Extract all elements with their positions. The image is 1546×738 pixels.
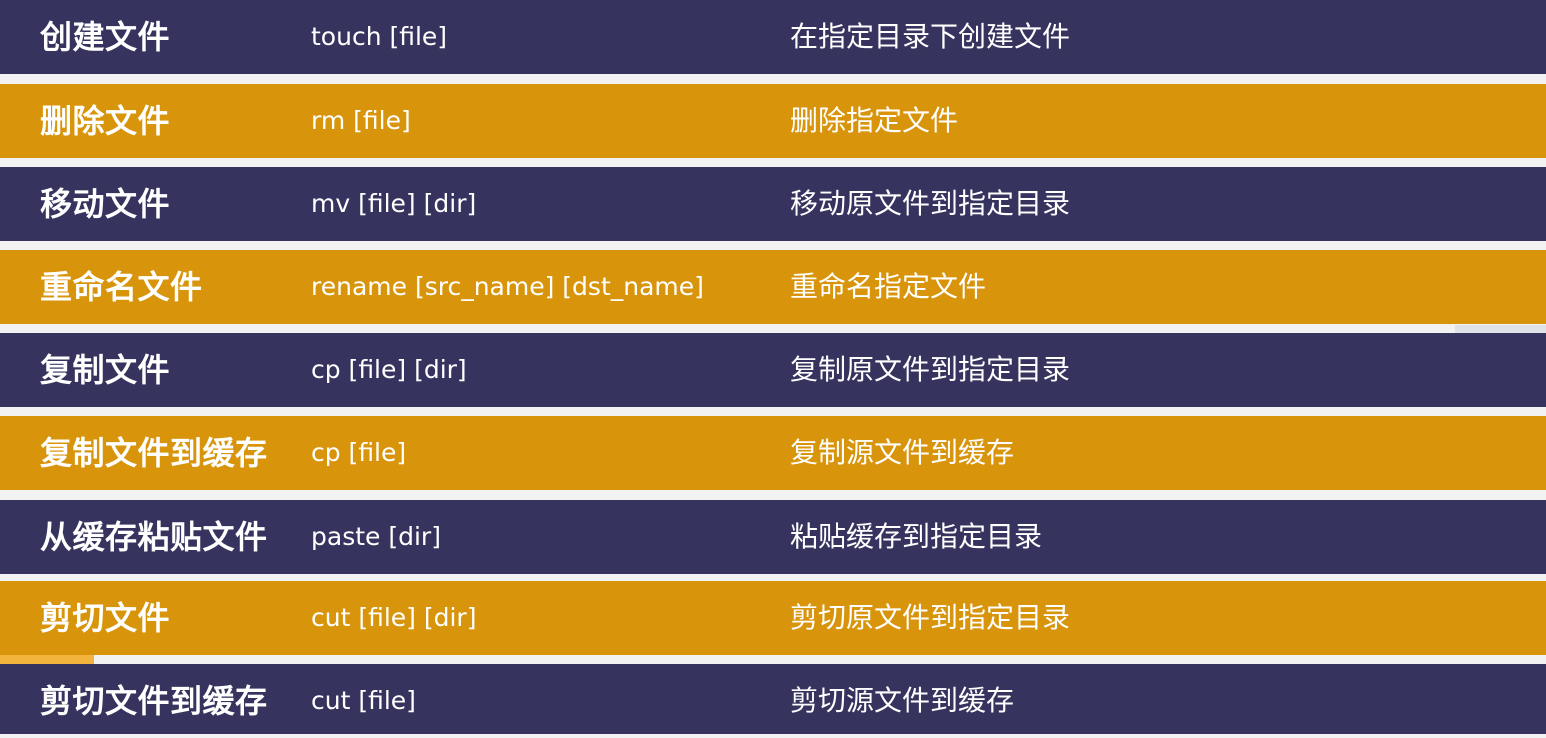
operation-description: 剪切原文件到指定目录: [790, 601, 1071, 634]
operation-name: 创建文件: [40, 18, 171, 56]
operation-description: 在指定目录下创建文件: [790, 20, 1071, 53]
operation-description: 剪切源文件到缓存: [790, 684, 1015, 717]
operation-description: 删除指定文件: [790, 104, 959, 137]
operation-command: cp [file] [dir]: [311, 355, 467, 384]
table-row: 移动文件 mv [file] [dir] 移动原文件到指定目录: [0, 167, 1546, 241]
table-row: 复制文件到缓存 cp [file] 复制源文件到缓存: [0, 416, 1546, 490]
operation-name: 剪切文件: [40, 599, 171, 637]
operation-command: cp [file]: [311, 438, 407, 467]
table-row: 剪切文件 cut [file] [dir] 剪切原文件到指定目录: [0, 581, 1546, 655]
operation-name: 复制文件: [40, 351, 171, 389]
operation-description: 移动原文件到指定目录: [790, 187, 1071, 220]
operation-command: paste [dir]: [311, 522, 441, 551]
operation-name: 移动文件: [40, 185, 171, 223]
table-row: 删除文件 rm [file] 删除指定文件: [0, 84, 1546, 158]
operation-command: touch [file]: [311, 22, 448, 51]
operation-command: mv [file] [dir]: [311, 189, 477, 218]
table-row: 复制文件 cp [file] [dir] 复制原文件到指定目录: [0, 333, 1546, 407]
operation-name: 从缓存粘贴文件: [40, 518, 268, 556]
divider-strip: [1455, 325, 1546, 333]
operation-name: 删除文件: [40, 102, 171, 140]
operation-description: 复制原文件到指定目录: [790, 353, 1071, 386]
table-row: 重命名文件 rename [src_name] [dst_name] 重命名指定…: [0, 250, 1546, 324]
operation-command: rm [file]: [311, 106, 411, 135]
operation-command: cut [file] [dir]: [311, 603, 477, 632]
operation-description: 粘贴缓存到指定目录: [790, 520, 1043, 553]
operation-name: 复制文件到缓存: [40, 434, 268, 472]
operation-command: cut [file]: [311, 686, 416, 715]
operation-name: 重命名文件: [40, 268, 203, 306]
operation-command: rename [src_name] [dst_name]: [311, 272, 704, 301]
table-row: 创建文件 touch [file] 在指定目录下创建文件: [0, 0, 1546, 74]
operation-description: 复制源文件到缓存: [790, 436, 1015, 469]
operation-description: 重命名指定文件: [790, 270, 987, 303]
operation-name: 剪切文件到缓存: [40, 682, 268, 720]
table-row: 从缓存粘贴文件 paste [dir] 粘贴缓存到指定目录: [0, 500, 1546, 574]
accent-strip: [0, 655, 94, 664]
table-row: 剪切文件到缓存 cut [file] 剪切源文件到缓存: [0, 664, 1546, 734]
command-table: 创建文件 touch [file] 在指定目录下创建文件 删除文件 rm [fi…: [0, 0, 1546, 734]
